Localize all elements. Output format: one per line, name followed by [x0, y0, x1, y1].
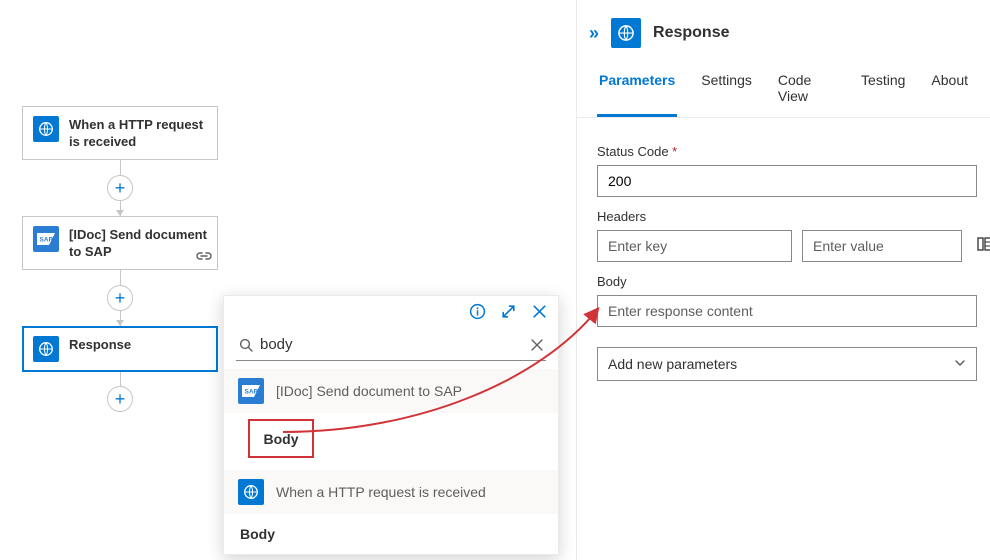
body-input[interactable] — [597, 295, 977, 327]
request-icon — [611, 18, 641, 48]
picker-item-label[interactable]: Body — [248, 419, 314, 458]
header-value-input[interactable] — [802, 230, 962, 262]
headers-label: Headers — [597, 209, 970, 224]
workflow-node-label: [IDoc] Send document to SAP — [69, 226, 207, 260]
add-parameters-label: Add new parameters — [608, 356, 737, 372]
status-code-label: Status Code * — [597, 144, 970, 159]
tab-parameters[interactable]: Parameters — [597, 62, 677, 117]
svg-text:SAP: SAP — [245, 389, 259, 396]
request-icon — [33, 336, 59, 362]
expand-icon[interactable] — [500, 303, 517, 323]
picker-item-body[interactable]: Body — [224, 413, 558, 470]
toggle-view-icon[interactable] — [972, 231, 990, 262]
panel-title: Response — [653, 24, 729, 42]
header-key-input[interactable] — [597, 230, 792, 262]
connector: + — [22, 270, 218, 326]
workflow-node-label: When a HTTP request is received — [69, 116, 207, 150]
sap-icon: SAP — [33, 226, 59, 252]
panel-header: » Response — [577, 0, 990, 62]
request-icon — [33, 116, 59, 142]
collapse-icon[interactable]: » — [589, 23, 599, 44]
add-parameters-dropdown[interactable]: Add new parameters — [597, 347, 977, 381]
status-code-input[interactable] — [597, 165, 977, 197]
picker-group-label: [IDoc] Send document to SAP — [276, 383, 462, 399]
search-icon — [238, 337, 254, 353]
clear-icon[interactable] — [530, 338, 544, 352]
svg-text:SAP: SAP — [40, 237, 54, 244]
workflow-node-response[interactable]: Response — [22, 326, 218, 372]
chevron-down-icon — [954, 356, 966, 372]
tab-testing[interactable]: Testing — [859, 62, 907, 117]
request-icon — [238, 479, 264, 505]
tab-settings[interactable]: Settings — [699, 62, 754, 117]
insert-step-button[interactable]: + — [107, 175, 133, 201]
link-icon — [196, 251, 212, 266]
sap-icon: SAP — [238, 378, 264, 404]
picker-group-header: SAP [IDoc] Send document to SAP — [224, 369, 558, 413]
picker-group-header: When a HTTP request is received — [224, 470, 558, 514]
search-input[interactable] — [254, 333, 530, 356]
add-step-button[interactable]: + — [107, 386, 133, 412]
close-icon[interactable] — [531, 303, 548, 323]
workflow-canvas: When a HTTP request is received + SAP [I… — [22, 106, 218, 412]
body-label: Body — [597, 274, 970, 289]
tab-code-view[interactable]: Code View — [776, 62, 837, 117]
picker-group-label: When a HTTP request is received — [276, 484, 486, 500]
picker-item-label: Body — [240, 526, 275, 542]
workflow-node-label: Response — [69, 336, 131, 353]
connector: + — [22, 160, 218, 216]
connector: + — [22, 372, 218, 412]
workflow-node-sap[interactable]: SAP [IDoc] Send document to SAP — [22, 216, 218, 270]
properties-panel: » Response Parameters Settings Code View… — [576, 0, 990, 560]
panel-tabs: Parameters Settings Code View Testing Ab… — [577, 62, 990, 118]
info-icon[interactable] — [469, 303, 486, 323]
tab-about[interactable]: About — [929, 62, 970, 117]
dynamic-content-picker: SAP [IDoc] Send document to SAP Body Whe… — [223, 295, 559, 555]
picker-search[interactable] — [236, 329, 546, 361]
picker-toolbar — [224, 296, 558, 327]
workflow-node-trigger[interactable]: When a HTTP request is received — [22, 106, 218, 160]
insert-step-button[interactable]: + — [107, 285, 133, 311]
picker-item-body[interactable]: Body — [224, 514, 558, 554]
